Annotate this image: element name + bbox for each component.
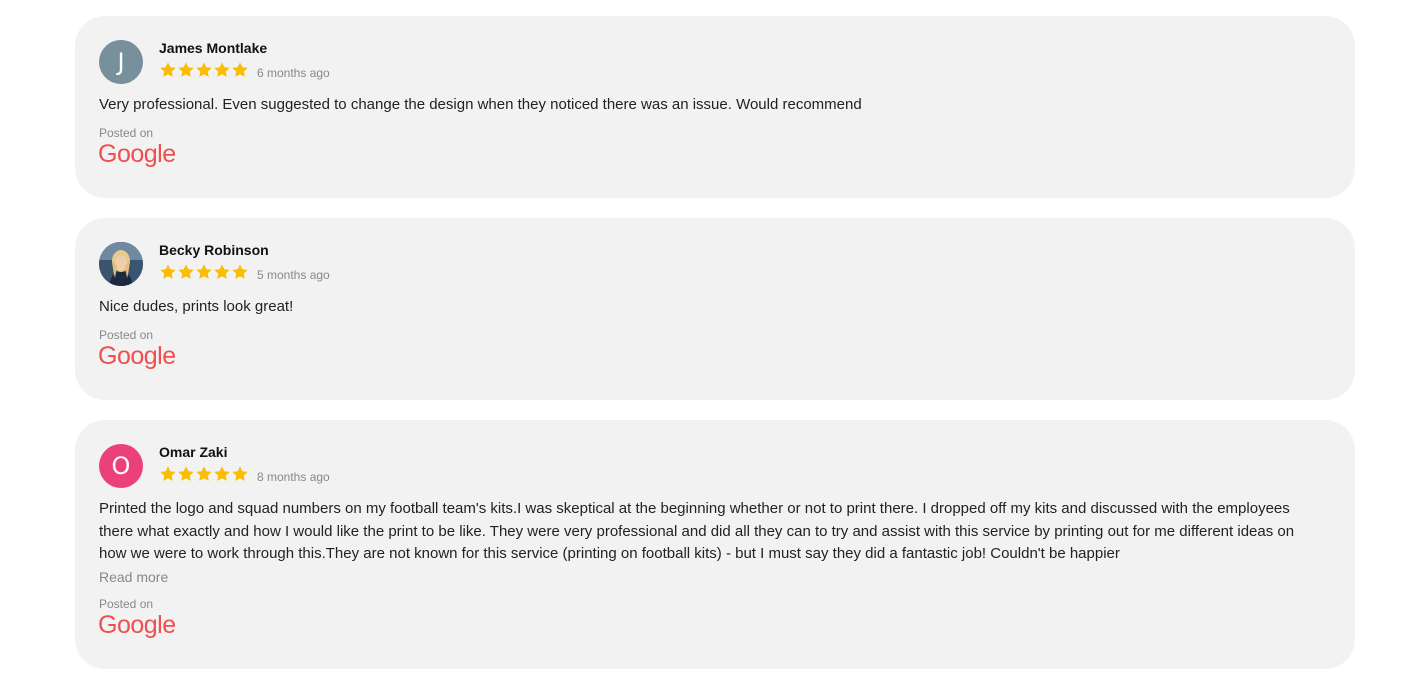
google-logo[interactable]: Google [98,611,176,640]
google-logo[interactable]: Google [98,342,176,371]
star-icon [214,466,230,481]
star-icon [214,62,230,77]
star-rating [159,465,249,483]
star-rating [159,61,249,79]
star-icon [160,62,176,77]
profile-photo [99,242,143,286]
star-icon [232,466,248,481]
avatar: J [99,40,143,84]
posted-on-label: Posted on [99,126,154,140]
reviewer-name: Becky Robinson [159,242,269,258]
star-icon [178,466,194,481]
star-rating [159,263,249,281]
star-icon [196,466,212,481]
star-icon [214,264,230,279]
review-text: Printed the logo and squad numbers on my… [99,500,1295,562]
posted-on-label: Posted on [99,328,154,342]
star-icon [160,466,176,481]
star-icon [232,264,248,279]
avatar [99,242,143,286]
google-logo[interactable]: Google [98,140,176,169]
star-icon [160,264,176,279]
reviewer-name: James Montlake [159,40,268,56]
star-icon [196,62,212,77]
read-more-link[interactable]: Read more [99,569,168,585]
review-text: Nice dudes, prints look great! [99,298,294,315]
star-icon [196,264,212,279]
review-text: Very professional. Even suggested to cha… [99,96,862,113]
avatar: O [99,444,143,488]
star-icon [232,62,248,77]
review-card: Becky Robinson 5 months ago Nice dudes, … [75,218,1355,400]
star-icon [178,62,194,77]
posted-on-label: Posted on [99,597,154,611]
review-date: 6 months ago [257,66,330,80]
review-date: 5 months ago [257,268,330,282]
review-card: J James Montlake 6 months ago Very profe… [75,16,1355,198]
reviewer-name: Omar Zaki [159,444,228,460]
review-card: O Omar Zaki 8 months ago Printed the log… [75,420,1355,669]
star-icon [178,264,194,279]
review-date: 8 months ago [257,470,330,484]
